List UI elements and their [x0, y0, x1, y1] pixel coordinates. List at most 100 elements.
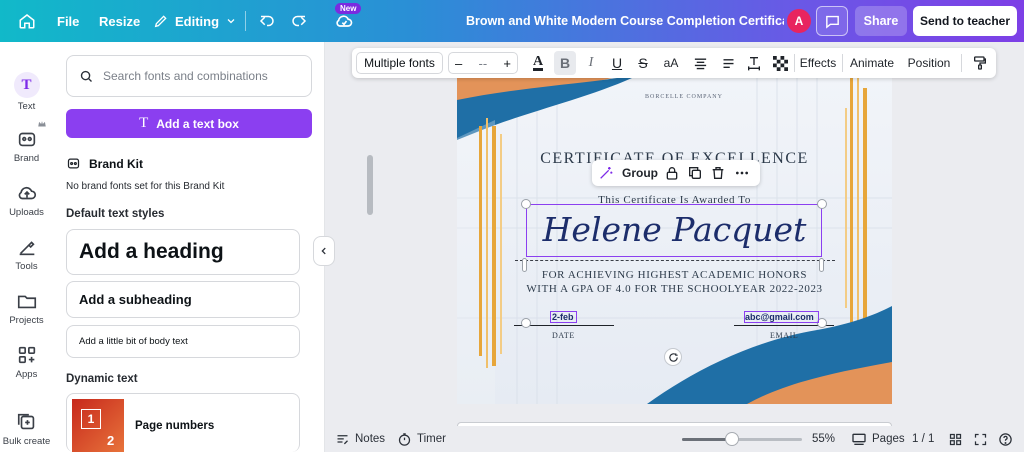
notes-button[interactable]: Notes	[335, 426, 385, 452]
text-color-icon: A	[532, 54, 544, 71]
help-button[interactable]	[998, 426, 1013, 452]
company-arc-text[interactable]: BORCELLE COMPANY	[645, 94, 723, 100]
animate-button[interactable]: Animate	[846, 48, 898, 78]
home-button[interactable]	[18, 0, 36, 42]
brand-kit-icon	[67, 158, 80, 169]
trash-icon[interactable]	[710, 165, 726, 181]
resize-handle-bl[interactable]	[521, 318, 531, 328]
file-menu[interactable]: File	[57, 0, 79, 42]
align-button[interactable]	[688, 48, 712, 78]
fullscreen-button[interactable]	[973, 426, 988, 452]
editing-menu[interactable]: Editing	[153, 0, 237, 42]
resize-menu[interactable]: Resize	[99, 0, 140, 42]
italic-button[interactable]: I	[580, 48, 602, 78]
rotate-icon	[668, 352, 678, 362]
align-center-icon	[694, 57, 706, 69]
font-size-value[interactable]: --	[478, 56, 487, 71]
resize-handle-tl[interactable]	[521, 199, 531, 209]
cloud-sync-icon	[336, 15, 353, 27]
side-handle-left[interactable]	[522, 258, 527, 272]
email-label: EMAIL	[770, 331, 799, 340]
name-selection-frame	[526, 204, 822, 257]
page-numbers-label: Page numbers	[135, 420, 215, 432]
list-icon	[723, 58, 733, 68]
avatar[interactable]: A	[787, 9, 811, 33]
spacing-button[interactable]	[742, 48, 766, 78]
topbar-divider	[245, 0, 246, 42]
page-numbers-thumbnail: 1 2	[72, 399, 124, 452]
letter-case-button[interactable]: aA	[658, 48, 684, 78]
rail-item-tools[interactable]: Tools	[0, 236, 53, 272]
notes-icon	[337, 434, 348, 444]
more-options-icon[interactable]	[734, 165, 750, 181]
side-handle-right[interactable]	[819, 258, 824, 272]
date-selection-frame	[550, 311, 577, 323]
send-to-teacher-button[interactable]: Send to teacher	[913, 6, 1017, 36]
rail-label-uploads: Uploads	[9, 207, 44, 218]
document-title[interactable]: Brown and White Modern Course Completion…	[466, 0, 784, 42]
thumb-number-2: 2	[107, 433, 115, 448]
search-input[interactable]: Search fonts and combinations	[66, 55, 312, 97]
undo-button[interactable]	[258, 0, 276, 42]
font-family-dropdown[interactable]: Multiple fonts	[356, 52, 443, 74]
rotate-handle[interactable]	[664, 348, 682, 366]
timer-button[interactable]: Timer	[397, 426, 446, 452]
redo-icon	[292, 15, 307, 27]
redo-button[interactable]	[290, 0, 308, 42]
font-size-increase[interactable]: +	[503, 56, 511, 71]
add-subheading-card[interactable]: Add a subheading	[66, 281, 300, 318]
rail-item-bulk-create[interactable]: Bulk create	[0, 411, 53, 447]
duplicate-icon[interactable]	[687, 165, 703, 181]
add-heading-card[interactable]: Add a heading	[66, 229, 300, 275]
zoom-slider-knob[interactable]	[725, 432, 739, 446]
rail-item-apps[interactable]: Apps	[0, 344, 53, 380]
text-color-button[interactable]: A	[526, 48, 550, 78]
page-numbers-card[interactable]: 1 2 Page numbers	[66, 393, 300, 452]
rail-item-text[interactable]: T Text	[0, 72, 53, 112]
strikethrough-button[interactable]: S	[632, 48, 654, 78]
text-toolbar: Multiple fonts – -- + A B I U S aA Effec…	[352, 48, 996, 78]
list-button[interactable]	[716, 48, 740, 78]
rail-label-brand: Brand	[13, 153, 40, 164]
grid-view-icon	[949, 433, 962, 445]
comment-button[interactable]	[816, 6, 848, 36]
lock-icon[interactable]	[664, 165, 680, 181]
honors-line-2[interactable]: WITH A GPA OF 4.0 FOR THE SCHOOLYEAR 202…	[457, 283, 892, 295]
copy-style-button[interactable]	[968, 48, 992, 78]
page-counter[interactable]: 1 / 1	[912, 426, 934, 452]
date-label: DATE	[552, 331, 575, 340]
rail-item-brand[interactable]: Brand	[0, 128, 53, 164]
text-spacing-icon	[748, 57, 760, 71]
font-size-decrease[interactable]: –	[455, 56, 462, 71]
share-button[interactable]: Share	[855, 6, 907, 36]
home-icon	[19, 14, 35, 29]
zoom-slider[interactable]	[682, 432, 802, 446]
add-text-box-button[interactable]: T Add a text box	[66, 109, 312, 138]
text-panel: Search fonts and combinations T Add a te…	[53, 42, 373, 452]
toolbar-separator	[961, 54, 962, 72]
add-text-box-label: Add a text box	[156, 116, 239, 131]
magic-edit-icon[interactable]	[598, 165, 614, 181]
thumb-number-1: 1	[81, 409, 101, 429]
add-body-text-card[interactable]: Add a little bit of body text	[66, 325, 300, 358]
pages-button[interactable]: Pages	[851, 426, 905, 452]
grid-view-button[interactable]	[948, 426, 963, 452]
brand-kit-title: Brand Kit	[89, 156, 143, 171]
element-action-bar: Group	[592, 160, 760, 186]
rail-item-uploads[interactable]: Uploads	[0, 182, 53, 218]
brand-kit-header: Brand Kit	[66, 156, 143, 171]
timer-label: Timer	[417, 433, 446, 445]
rail-label-text: Text	[17, 101, 36, 112]
position-button[interactable]: Position	[905, 48, 953, 78]
zoom-level[interactable]: 55%	[812, 426, 835, 452]
effects-button[interactable]: Effects	[798, 48, 838, 78]
resize-handle-tr[interactable]	[817, 199, 827, 209]
transparency-button[interactable]	[768, 48, 792, 78]
help-icon	[999, 432, 1012, 446]
rail-item-projects[interactable]: Projects	[0, 290, 53, 326]
email-selection-frame	[744, 311, 819, 323]
bold-button[interactable]: B	[554, 51, 576, 75]
underline-button[interactable]: U	[606, 48, 628, 78]
italic-icon: I	[588, 55, 594, 70]
group-button[interactable]: Group	[622, 166, 658, 180]
